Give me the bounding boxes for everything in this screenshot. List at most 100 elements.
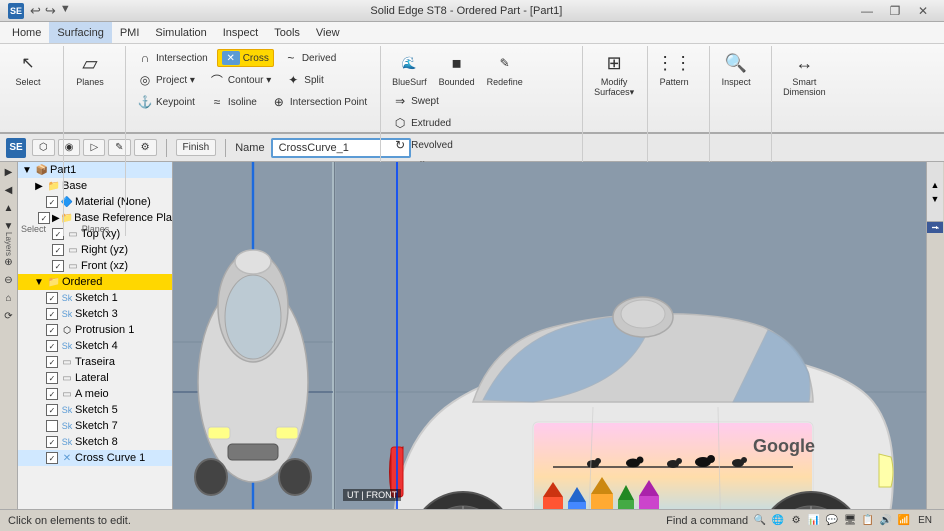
bounded-label: Bounded <box>439 77 475 87</box>
tree-check-right[interactable] <box>52 244 64 256</box>
tree-item-sketch5[interactable]: Sk Sketch 5 <box>18 402 172 418</box>
planes-button[interactable]: ▱ Planes <box>70 48 110 90</box>
menu-simulation[interactable]: Simulation <box>147 22 214 43</box>
lt-btn-6[interactable]: ⊖ <box>1 272 17 288</box>
tree-item-ordered[interactable]: ▼ 📁 Ordered <box>18 274 172 290</box>
bounded-button[interactable]: ◼ Bounded <box>434 48 480 90</box>
menu-tools[interactable]: Tools <box>266 22 308 43</box>
intersection-icon: ∩ <box>137 50 153 66</box>
keypoint-label: Keypoint <box>156 97 195 108</box>
split-button[interactable]: ✦ Split <box>280 70 328 90</box>
redo-button[interactable]: ↪ <box>45 3 56 19</box>
tree-check-sketch7[interactable] <box>46 420 58 432</box>
inspect-button[interactable]: 🔍 Inspect <box>716 48 756 90</box>
pattern-button[interactable]: ⋮⋮ Pattern <box>654 48 694 90</box>
status-search-icon[interactable]: 🔍 <box>752 513 768 529</box>
tree-check-traseira[interactable] <box>46 356 58 368</box>
status-icon-7[interactable]: 🔊 <box>878 513 894 529</box>
tree-item-protrusion1[interactable]: ⬡ Protrusion 1 <box>18 322 172 338</box>
keypoint-button[interactable]: ⚓ Keypoint <box>132 92 200 112</box>
tree-check-lateral[interactable] <box>46 372 58 384</box>
tree-icon-traseira: ▭ <box>60 355 74 369</box>
tree-item-traseira[interactable]: ▭ Traseira <box>18 354 172 370</box>
tree-item-sketch1[interactable]: Sk Sketch 1 <box>18 290 172 306</box>
tree-expand-ordered[interactable]: ▼ <box>32 275 46 289</box>
tree-item-sketch4[interactable]: Sk Sketch 4 <box>18 338 172 354</box>
extruded-icon: ⬡ <box>392 115 408 131</box>
contour-button[interactable]: ⌒ Contour ▾ <box>204 70 276 90</box>
smart-dimension-button[interactable]: ↔ SmartDimension <box>778 48 831 100</box>
rt-btn-2[interactable]: ▼ <box>929 193 941 205</box>
tree-check-ameio[interactable] <box>46 388 58 400</box>
lt-btn-5[interactable]: ⊕ <box>1 254 17 270</box>
viewport[interactable]: Google <box>173 162 926 509</box>
rt-btn-1[interactable]: ▲ <box>929 179 941 191</box>
derived-button[interactable]: ~ Derived <box>278 48 341 68</box>
ribbon-group-select: ↖ Select Select <box>4 46 64 236</box>
window-title: Solid Edge ST8 - Ordered Part - [Part1] <box>79 5 854 17</box>
tree-label-sketch3: Sketch 3 <box>75 308 118 320</box>
tree-item-front-xz[interactable]: ▭ Front (xz) <box>18 258 172 274</box>
bluesurf-button[interactable]: 🌊 BlueSurf <box>387 48 432 90</box>
minimize-button[interactable]: — <box>854 2 880 20</box>
menu-pmi[interactable]: PMI <box>112 22 148 43</box>
tree-item-sketch8[interactable]: Sk Sketch 8 <box>18 434 172 450</box>
menu-home[interactable]: Home <box>4 22 49 43</box>
tree-item-right-yz[interactable]: ▭ Right (yz) <box>18 242 172 258</box>
swept-button[interactable]: ⇒ Swept <box>387 91 458 111</box>
lt-btn-8[interactable]: ⟳ <box>1 308 17 324</box>
tree-label-sketch4: Sketch 4 <box>75 340 118 352</box>
status-icon-2[interactable]: ⚙ <box>788 513 804 529</box>
modify-surfaces-button[interactable]: ⊞ ModifySurfaces▾ <box>589 48 639 101</box>
swept-icon: ⇒ <box>392 93 408 109</box>
status-icon-8[interactable]: 📶 <box>896 513 912 529</box>
maximize-button[interactable]: ❐ <box>882 2 908 20</box>
tree-item-sketch3[interactable]: Sk Sketch 3 <box>18 306 172 322</box>
redefine-button[interactable]: ✎ Redefine <box>482 48 528 90</box>
tree-check-protrusion1[interactable] <box>46 324 58 336</box>
tree-item-crosscurve1[interactable]: ✕ Cross Curve 1 <box>18 450 172 466</box>
tree-label-sketch5: Sketch 5 <box>75 404 118 416</box>
tree-check-sketch1[interactable] <box>46 292 58 304</box>
status-icon-5[interactable]: 🖥 <box>842 513 858 529</box>
intersection-point-button[interactable]: ⊕ Intersection Point <box>266 92 372 112</box>
derived-icon: ~ <box>283 50 299 66</box>
quick-access-more[interactable]: ▼ <box>60 3 71 19</box>
tree-check-sketch3[interactable] <box>46 308 58 320</box>
tree-check-front[interactable] <box>52 260 64 272</box>
quick-access-toolbar[interactable]: ↩ ↪ ▼ <box>30 3 71 19</box>
status-icon-3[interactable]: 📊 <box>806 513 822 529</box>
extruded-button[interactable]: ⬡ Extruded <box>387 113 458 133</box>
split-label: Split <box>304 75 323 86</box>
tree-label-protrusion1: Protrusion 1 <box>75 324 134 336</box>
contour-label: Contour ▾ <box>228 75 271 86</box>
lt-btn-7[interactable]: ⌂ <box>1 290 17 306</box>
project-button[interactable]: ◎ Project ▾ <box>132 70 200 90</box>
status-icon-1[interactable]: 🌐 <box>770 513 786 529</box>
cross-button[interactable]: ✕ Cross <box>217 49 274 67</box>
tree-item-sketch7[interactable]: Sk Sketch 7 <box>18 418 172 434</box>
facebook-panel[interactable]: f <box>927 222 943 233</box>
tree-item-lateral[interactable]: ▭ Lateral <box>18 370 172 386</box>
tree-check-sketch8[interactable] <box>46 436 58 448</box>
lt-btn-layers[interactable]: Layers <box>1 236 17 252</box>
tree-check-crosscurve1[interactable] <box>46 452 58 464</box>
close-button[interactable]: ✕ <box>910 2 936 20</box>
revolved-button[interactable]: ↻ Revolved <box>387 135 458 155</box>
tree-check-sketch4[interactable] <box>46 340 58 352</box>
intersection-button[interactable]: ∩ Intersection <box>132 48 213 68</box>
status-icon-4[interactable]: 💬 <box>824 513 840 529</box>
status-icon-6[interactable]: 📋 <box>860 513 876 529</box>
inspect-label: Inspect <box>722 77 751 87</box>
menu-view[interactable]: View <box>308 22 348 43</box>
isoline-button[interactable]: ≈ Isoline <box>204 92 262 112</box>
tree-label-lateral: Lateral <box>75 372 109 384</box>
menu-inspect[interactable]: Inspect <box>215 22 266 43</box>
tree-item-ameio[interactable]: ▭ A meio <box>18 386 172 402</box>
planes-group-content: ▱ Planes <box>70 48 110 234</box>
undo-button[interactable]: ↩ <box>30 3 41 19</box>
tree-check-sketch5[interactable] <box>46 404 58 416</box>
select-button[interactable]: ↖ Select <box>8 48 48 90</box>
menu-surfacing[interactable]: Surfacing <box>49 22 111 43</box>
window-controls[interactable]: — ❐ ✕ <box>854 2 936 20</box>
